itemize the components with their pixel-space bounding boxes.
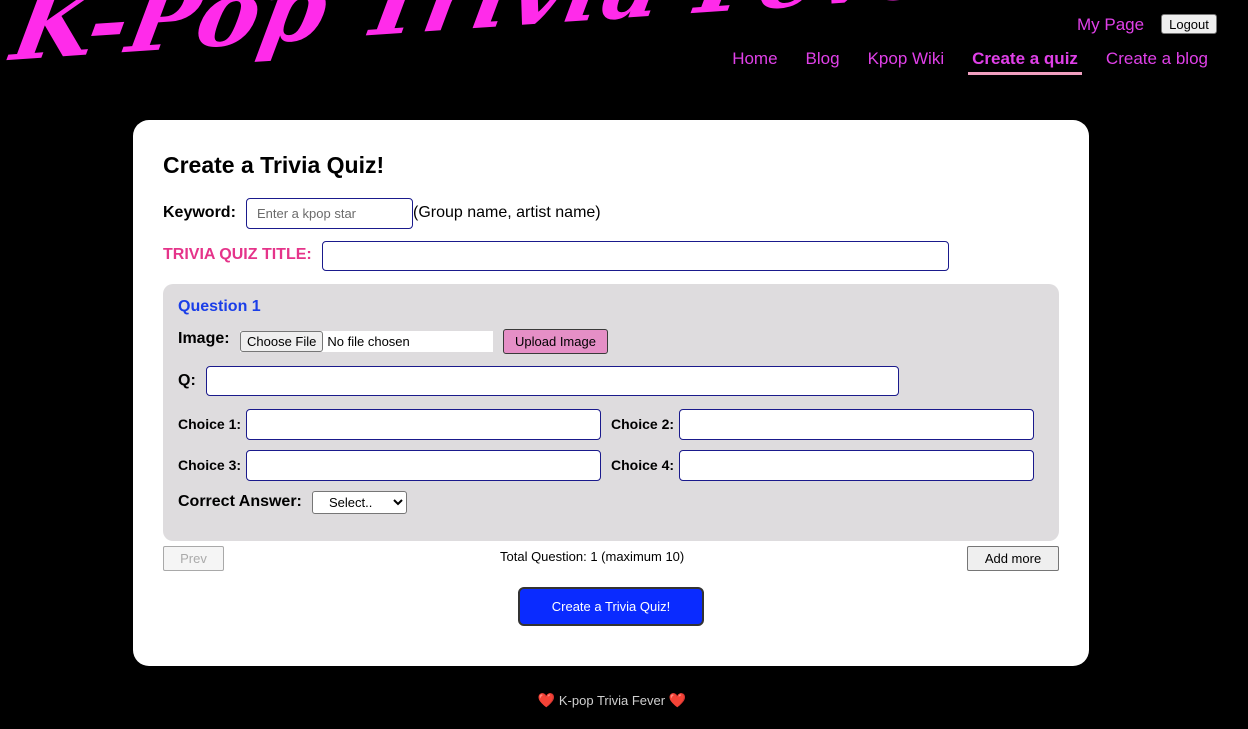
quiz-form-card: Create a Trivia Quiz! Keyword: (Group na…: [133, 120, 1089, 666]
heart-icon: ❤️: [537, 692, 556, 708]
my-page-link[interactable]: My Page: [1077, 15, 1144, 35]
choice-2-input[interactable]: [679, 409, 1034, 440]
choose-file-button[interactable]: Choose File: [240, 331, 324, 352]
question-panel: Question 1 Image: Choose File No file ch…: [163, 284, 1059, 541]
correct-answer-select[interactable]: Select..: [312, 491, 407, 514]
page: K-Pop Trivia Fever My Page Logout Home B…: [0, 0, 1248, 729]
correct-answer-label: Correct Answer:: [178, 493, 302, 510]
nav-create-blog[interactable]: Create a blog: [1102, 49, 1212, 75]
nav-blog[interactable]: Blog: [802, 49, 844, 75]
choice-1-input[interactable]: [246, 409, 601, 440]
question-heading: Question 1: [178, 298, 261, 315]
file-status: No file chosen: [327, 334, 410, 349]
page-title: Create a Trivia Quiz!: [163, 152, 385, 178]
file-input[interactable]: Choose File No file chosen: [240, 331, 493, 352]
total-questions: Total Question: 1 (maximum 10): [500, 549, 685, 564]
question-label: Q:: [178, 372, 196, 389]
footer: ❤️ K-pop Trivia Fever ❤️: [0, 692, 1224, 709]
choice-3-label: Choice 3:: [178, 457, 242, 473]
prev-button[interactable]: Prev: [163, 546, 224, 571]
footer-text: K-pop Trivia Fever: [558, 693, 666, 708]
choice-1-label: Choice 1:: [178, 416, 242, 432]
quiz-title-label: TRIVIA QUIZ TITLE:: [163, 246, 312, 263]
add-more-button[interactable]: Add more: [967, 546, 1059, 571]
nav-create-quiz[interactable]: Create a quiz: [968, 49, 1082, 75]
choice-4-input[interactable]: [679, 450, 1034, 481]
keyword-input[interactable]: [246, 198, 413, 229]
logout-button[interactable]: Logout: [1161, 14, 1217, 34]
nav-home[interactable]: Home: [728, 49, 781, 75]
choice-3-input[interactable]: [246, 450, 601, 481]
image-label: Image:: [178, 330, 230, 347]
question-input[interactable]: [206, 366, 899, 396]
keyword-label: Keyword:: [163, 204, 236, 221]
choice-2-label: Choice 2:: [611, 416, 675, 432]
main-nav: Home Blog Kpop Wiki Create a quiz Create…: [708, 49, 1212, 75]
choice-4-label: Choice 4:: [611, 457, 675, 473]
upload-image-button[interactable]: Upload Image: [503, 329, 608, 354]
heart-icon: ❤️: [668, 692, 687, 708]
nav-kpop-wiki[interactable]: Kpop Wiki: [864, 49, 949, 75]
keyword-hint: (Group name, artist name): [413, 204, 601, 221]
create-quiz-button[interactable]: Create a Trivia Quiz!: [518, 587, 704, 626]
quiz-title-input[interactable]: [322, 241, 949, 271]
